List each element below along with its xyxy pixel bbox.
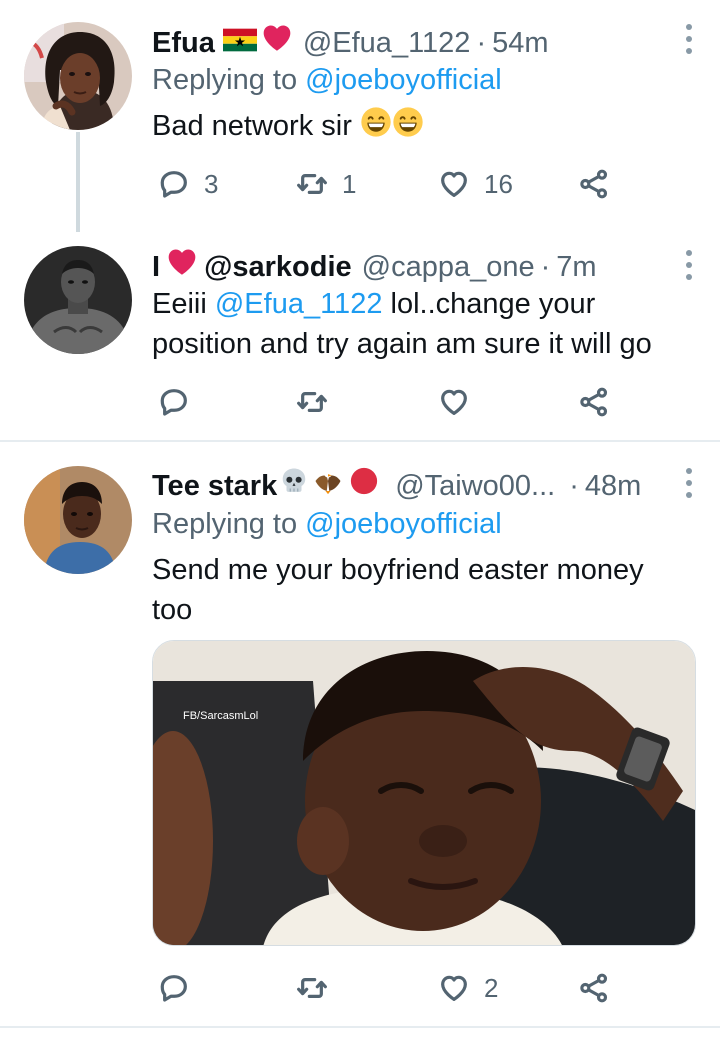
mention-link[interactable]: @Efua_1122 bbox=[215, 288, 383, 320]
reply-count: 3 bbox=[204, 168, 219, 199]
reply-button[interactable] bbox=[158, 382, 190, 422]
display-name[interactable]: Efua bbox=[152, 25, 215, 61]
display-name[interactable]: Tee stark bbox=[152, 468, 277, 504]
tweet-text: Bad network sir bbox=[152, 106, 692, 149]
skull-emoji bbox=[279, 466, 309, 505]
like-button[interactable]: 2 bbox=[438, 968, 498, 1008]
retweet-button[interactable] bbox=[296, 382, 328, 422]
user-handle[interactable]: @cappa_one bbox=[362, 249, 535, 285]
share-icon bbox=[578, 168, 610, 200]
avatar[interactable] bbox=[24, 22, 132, 130]
share-button[interactable] bbox=[578, 382, 610, 422]
like-icon bbox=[438, 168, 470, 200]
timestamp[interactable]: 7m bbox=[556, 249, 596, 285]
grinning-face-emoji bbox=[392, 106, 424, 149]
tweet-text: Send me your boyfriend easter money too bbox=[152, 550, 672, 630]
red-heart-emoji bbox=[166, 246, 198, 287]
tweet-header: I @sarkodie @cappa_one · 7m bbox=[152, 246, 597, 287]
like-button[interactable]: 16 bbox=[438, 164, 513, 204]
timestamp[interactable]: 48m bbox=[585, 468, 641, 504]
like-count: 16 bbox=[484, 168, 513, 199]
reply-mention-link[interactable]: @joeboyofficial bbox=[305, 508, 502, 540]
media-watermark: FB/SarcasmLol bbox=[183, 710, 258, 722]
tweet-actions bbox=[152, 382, 712, 422]
replying-to: Replying to @joeboyofficial bbox=[152, 506, 502, 542]
like-icon bbox=[438, 972, 470, 1004]
tweet-media-image[interactable]: FB/SarcasmLol bbox=[152, 640, 696, 946]
share-button[interactable] bbox=[578, 164, 610, 204]
grinning-face-emoji bbox=[360, 106, 392, 149]
share-button[interactable] bbox=[578, 968, 610, 1008]
eagle-emoji bbox=[313, 466, 343, 505]
more-options-icon[interactable] bbox=[684, 24, 694, 54]
tweet-text-content: Bad network sir bbox=[152, 110, 352, 143]
display-name-prefix[interactable]: I bbox=[152, 249, 160, 285]
display-name[interactable]: @sarkodie bbox=[204, 249, 352, 285]
separator-dot: · bbox=[540, 250, 551, 283]
timestamp[interactable]: 54m bbox=[492, 25, 548, 61]
tweet-divider bbox=[0, 1026, 720, 1028]
retweet-icon bbox=[296, 386, 328, 418]
retweet-button[interactable] bbox=[296, 968, 328, 1008]
ghana-flag-emoji bbox=[223, 25, 257, 61]
red-heart-emoji bbox=[261, 22, 293, 63]
retweet-count: 1 bbox=[342, 168, 357, 199]
reply-button[interactable]: 3 bbox=[158, 164, 218, 204]
reply-mention-link[interactable]: @joeboyofficial bbox=[305, 64, 502, 96]
red-circle-emoji bbox=[349, 466, 379, 505]
user-handle[interactable]: @Taiwo00... bbox=[395, 468, 555, 504]
avatar[interactable] bbox=[24, 466, 132, 574]
avatar[interactable] bbox=[24, 246, 132, 354]
retweet-button[interactable]: 1 bbox=[296, 164, 356, 204]
tweet-actions: 3 1 16 bbox=[152, 164, 712, 204]
retweet-icon bbox=[296, 168, 328, 200]
reply-icon bbox=[158, 168, 190, 200]
tweet-header: Tee stark @Taiwo00... · 48m bbox=[152, 466, 641, 505]
more-options-icon[interactable] bbox=[684, 468, 694, 498]
separator-dot: · bbox=[476, 26, 487, 59]
separator-dot: · bbox=[569, 469, 579, 502]
thread-connector bbox=[76, 132, 80, 232]
share-icon bbox=[578, 386, 610, 418]
more-options-icon[interactable] bbox=[684, 250, 694, 280]
tweet-text: Eeiii @Efua_1122 lol..change your positi… bbox=[152, 284, 692, 364]
replying-to: Replying to @joeboyofficial bbox=[152, 62, 502, 98]
tweet-efua[interactable]: Efua @Efua_1122 · 54m Replying to @joebo… bbox=[0, 0, 720, 232]
reply-icon bbox=[158, 386, 190, 418]
like-icon bbox=[438, 386, 470, 418]
tweet-text-content: Send me your boyfriend easter money too bbox=[152, 554, 644, 626]
tweet-text-prefix: Eeiii bbox=[152, 288, 215, 320]
reply-icon bbox=[158, 972, 190, 1004]
reply-button[interactable] bbox=[158, 968, 190, 1008]
tweet-cappa-one[interactable]: I @sarkodie @cappa_one · 7m Eeiii @Efua_… bbox=[0, 232, 720, 440]
replying-to-label: Replying to bbox=[152, 64, 306, 96]
like-count: 2 bbox=[484, 972, 499, 1003]
like-button[interactable] bbox=[438, 382, 470, 422]
tweet-actions: 2 bbox=[152, 968, 712, 1008]
retweet-icon bbox=[296, 972, 328, 1004]
user-handle[interactable]: @Efua_1122 bbox=[303, 25, 471, 61]
share-icon bbox=[578, 972, 610, 1004]
replying-to-label: Replying to bbox=[152, 508, 306, 540]
tweet-header: Efua @Efua_1122 · 54m bbox=[152, 22, 549, 63]
